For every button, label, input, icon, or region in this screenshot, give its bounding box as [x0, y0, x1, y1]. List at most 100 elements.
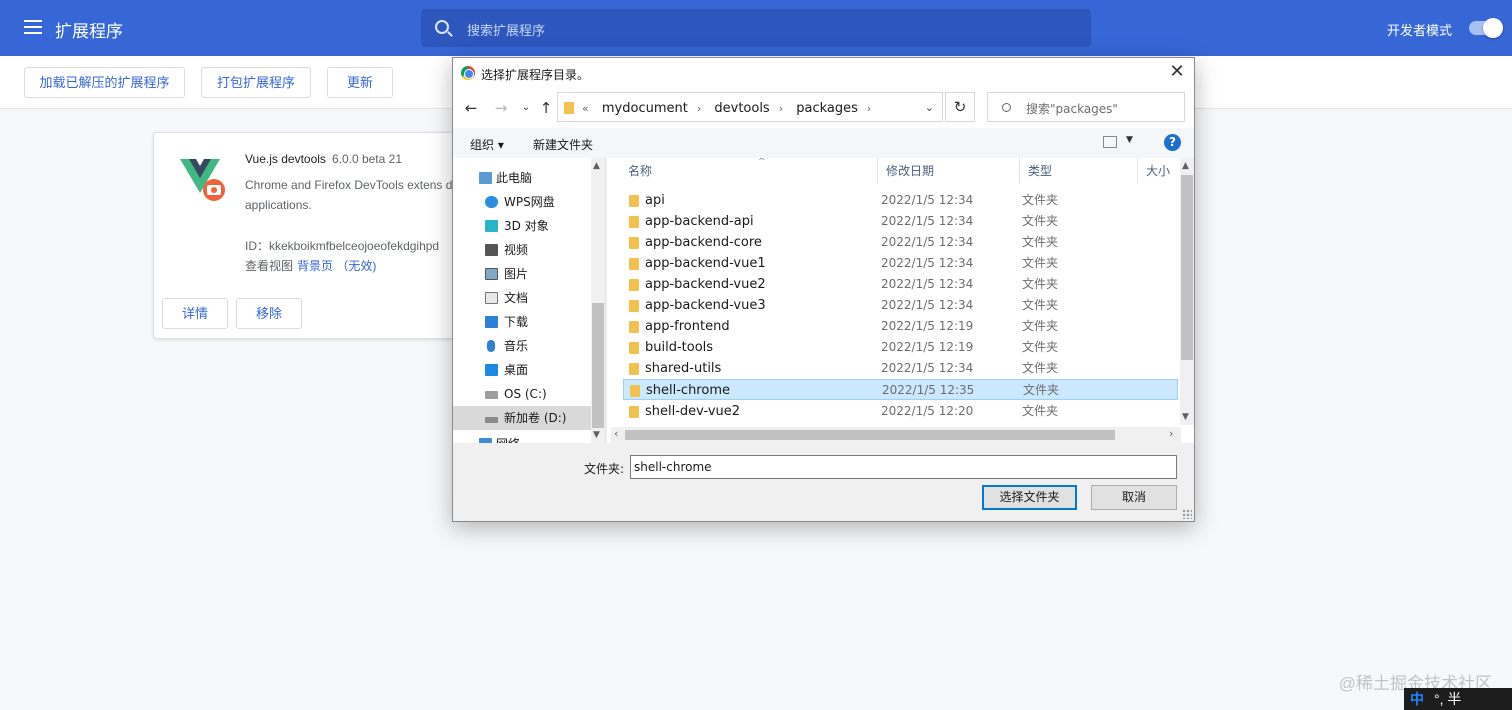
cancel-button[interactable]: 取消	[1091, 485, 1177, 510]
back-arrow-icon[interactable]: ←	[461, 98, 481, 118]
folder-icon	[629, 342, 639, 354]
nav-item-3d[interactable]: 3D 对象	[453, 214, 591, 238]
scroll-left-icon[interactable]: ‹	[614, 427, 618, 440]
view-options-icon[interactable]	[1103, 136, 1117, 148]
hamburger-menu-icon[interactable]	[24, 20, 42, 34]
navigation-row: ← → ⌄ ↑ « mydocument › devtools › packages…	[453, 88, 1194, 128]
extension-card: Vue.js devtools 6.0.0 beta 21 Chrome and …	[153, 132, 453, 339]
extension-version: 6.0.0 beta 21	[331, 152, 402, 166]
file-row[interactable]: app-backend-vue3 2022/1/5 12:34 文件夹	[623, 295, 1178, 316]
ime-mode[interactable]: 中	[1410, 691, 1424, 707]
file-type: 文件夹	[1022, 361, 1059, 375]
chevron-down-icon[interactable]: ⌄	[925, 101, 934, 114]
nav-item-this-pc[interactable]: 此电脑	[453, 166, 591, 190]
organize-button[interactable]: 组织 ▾	[470, 136, 504, 153]
dialog-title: 选择扩展程序目录。	[481, 68, 590, 82]
recent-dropdown-icon[interactable]: ⌄	[516, 98, 536, 118]
column-type[interactable]: 类型	[1020, 158, 1138, 184]
nav-item-downloads[interactable]: 下载	[453, 310, 591, 334]
view-dropdown-icon[interactable]: ▼	[1126, 135, 1133, 145]
extension-views: 查看视图 背景页 （无效)	[245, 257, 376, 274]
file-name: shared-utils	[645, 361, 722, 376]
scroll-up-icon[interactable]: ▲	[1182, 161, 1189, 171]
refresh-icon[interactable]: ↻	[945, 92, 975, 122]
folder-name-field[interactable]: shell-chrome	[630, 455, 1177, 479]
nav-item-wps[interactable]: WPS网盘	[453, 190, 591, 214]
file-row[interactable]: app-backend-vue1 2022/1/5 12:34 文件夹	[623, 253, 1178, 274]
nav-item-network[interactable]: 网络	[453, 432, 591, 443]
up-arrow-icon[interactable]: ↑	[536, 98, 556, 118]
load-unpacked-button[interactable]: 加载已解压的扩展程序	[24, 67, 185, 98]
nav-item-pictures[interactable]: 图片	[453, 262, 591, 286]
scroll-right-icon[interactable]: ›	[1169, 427, 1173, 440]
select-folder-button[interactable]: 选择文件夹	[982, 485, 1077, 510]
nav-item-drive-d[interactable]: 新加卷 (D:)	[453, 406, 591, 430]
pack-extension-button[interactable]: 打包扩展程序	[201, 67, 311, 98]
file-row[interactable]: app-backend-api 2022/1/5 12:34 文件夹	[623, 211, 1178, 232]
sort-ascending-icon: ^	[758, 158, 766, 167]
file-row[interactable]: app-frontend 2022/1/5 12:19 文件夹	[623, 316, 1178, 337]
nav-pane-scrollbar[interactable]: ▲ ▼	[591, 158, 605, 443]
remove-button[interactable]: 移除	[236, 298, 302, 329]
file-row[interactable]: app-backend-vue2 2022/1/5 12:34 文件夹	[623, 274, 1178, 295]
scroll-up-icon[interactable]: ▲	[593, 161, 600, 171]
scroll-down-icon[interactable]: ▼	[593, 430, 600, 440]
file-date: 2022/1/5 12:34	[881, 214, 974, 228]
chevron-right-icon[interactable]: ›	[779, 102, 783, 115]
download-icon	[485, 316, 498, 328]
nav-item-desktop[interactable]: 桌面	[453, 358, 591, 382]
ime-options[interactable]: °, 半	[1434, 691, 1461, 707]
nav-item-music[interactable]: 音乐	[453, 334, 591, 358]
nav-label: 图片	[504, 267, 529, 281]
new-folder-button[interactable]: 新建文件夹	[533, 136, 593, 153]
breadcrumb-item[interactable]: packages	[796, 101, 858, 116]
file-row[interactable]: app-backend-core 2022/1/5 12:34 文件夹	[623, 232, 1178, 253]
nav-item-videos[interactable]: 视频	[453, 238, 591, 262]
ime-status-bar[interactable]: 中 °, 半	[1404, 688, 1512, 710]
search-input[interactable]: 搜索扩展程序	[421, 9, 1091, 47]
file-row[interactable]: build-tools 2022/1/5 12:19 文件夹	[623, 337, 1178, 358]
chevron-right-icon[interactable]: ›	[697, 102, 701, 115]
file-list-vscrollbar[interactable]: ▲ ▼	[1180, 158, 1194, 425]
file-row[interactable]: shared-utils 2022/1/5 12:34 文件夹	[623, 358, 1178, 379]
close-icon[interactable]: ✕	[1160, 58, 1194, 88]
file-name: app-frontend	[645, 319, 730, 334]
folder-search-input[interactable]: 搜索"packages"	[987, 92, 1185, 122]
breadcrumb-overflow[interactable]: «	[582, 102, 589, 115]
file-name: app-backend-core	[645, 235, 762, 250]
column-name[interactable]: 名称 ^	[620, 158, 878, 184]
dev-mode-toggle[interactable]	[1469, 18, 1503, 38]
address-bar[interactable]: « mydocument › devtools › packages › ⌄	[557, 92, 943, 122]
file-list-hscrollbar[interactable]: ‹ ›	[611, 427, 1181, 443]
details-button[interactable]: 详情	[162, 298, 228, 329]
resize-grip-icon[interactable]	[1182, 509, 1192, 519]
background-page-link[interactable]: 背景页 （无效)	[297, 259, 376, 273]
scrollbar-thumb[interactable]	[1181, 175, 1193, 360]
nav-label: 下载	[504, 315, 529, 329]
file-row[interactable]: api 2022/1/5 12:34 文件夹	[623, 190, 1178, 211]
file-type: 文件夹	[1022, 298, 1059, 312]
breadcrumb-item[interactable]: mydocument	[602, 101, 688, 116]
scroll-down-icon[interactable]: ▼	[1182, 412, 1189, 422]
extension-title: Vue.js devtools	[245, 152, 326, 166]
dialog-title-bar: 选择扩展程序目录。 ✕	[453, 58, 1194, 88]
file-name: shell-dev-vue2	[645, 404, 741, 419]
update-button[interactable]: 更新	[327, 67, 393, 98]
scrollbar-thumb[interactable]	[625, 430, 1115, 440]
chevron-right-icon[interactable]: ›	[867, 102, 871, 115]
dev-mode-label: 开发者模式	[1387, 23, 1453, 38]
help-icon[interactable]: ?	[1164, 134, 1181, 151]
column-modified[interactable]: 修改日期	[878, 158, 1020, 184]
breadcrumb-item[interactable]: devtools	[714, 101, 769, 116]
column-size[interactable]: 大小	[1138, 158, 1178, 184]
nav-item-drive-c[interactable]: OS (C:)	[453, 382, 591, 406]
scrollbar-thumb[interactable]	[592, 303, 604, 428]
forward-arrow-icon[interactable]: →	[491, 98, 511, 118]
file-row[interactable]: shell-dev-vue2 2022/1/5 12:20 文件夹	[623, 401, 1178, 422]
search-icon	[435, 20, 449, 34]
file-row-selected[interactable]: shell-chrome 2022/1/5 12:35 文件夹	[623, 379, 1178, 400]
drive-icon	[485, 391, 498, 399]
nav-item-documents[interactable]: 文档	[453, 286, 591, 310]
search-icon	[1002, 103, 1011, 112]
drive-icon	[485, 417, 498, 423]
